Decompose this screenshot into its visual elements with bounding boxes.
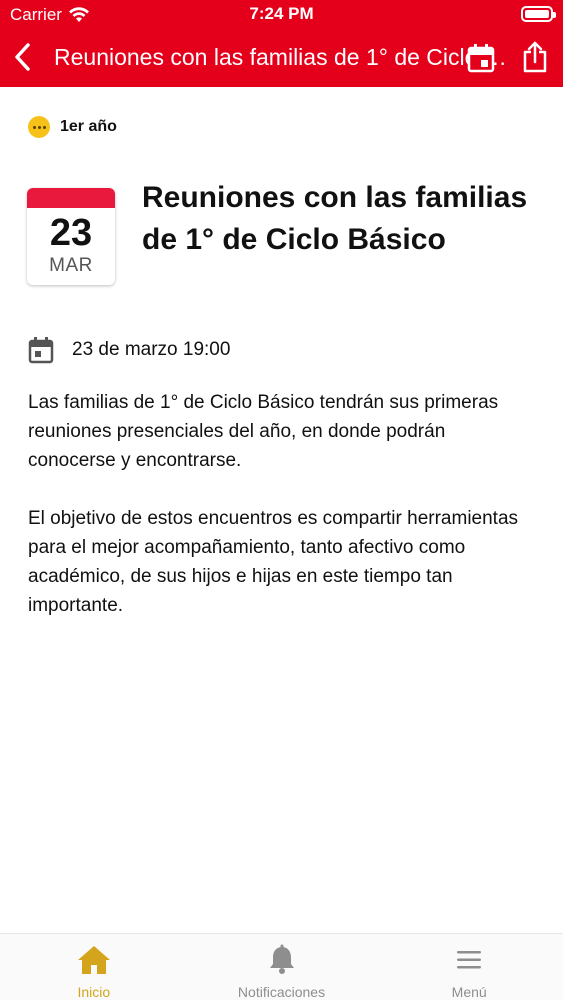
share-icon bbox=[523, 41, 547, 73]
tab-label: Notificaciones bbox=[237, 984, 326, 1000]
tab-menu[interactable]: Menú bbox=[375, 934, 563, 1000]
tab-notificaciones[interactable]: Notificaciones bbox=[188, 934, 376, 1000]
status-bar: Carrier 7:24 PM bbox=[0, 0, 563, 30]
home-icon bbox=[77, 946, 110, 974]
calendar-icon bbox=[28, 337, 54, 364]
date-badge: 23 MAR bbox=[27, 188, 115, 285]
battery-icon bbox=[521, 6, 556, 22]
back-button[interactable] bbox=[8, 39, 36, 75]
date-badge-header bbox=[27, 188, 115, 208]
date-badge-day: 23 bbox=[49, 212, 93, 254]
event-title: Reuniones con las familias de 1° de Cicl… bbox=[142, 181, 528, 256]
tab-inicio[interactable]: Inicio bbox=[0, 934, 188, 1000]
description-paragraph: Las familias de 1° de Ciclo Básico tendr… bbox=[28, 392, 499, 471]
more-dots-icon bbox=[28, 116, 50, 138]
tab-label: Inicio bbox=[77, 984, 111, 1000]
calendar-add-icon bbox=[467, 44, 495, 73]
nav-title: Reuniones con las familias de 1° de Cicl… bbox=[54, 44, 516, 70]
event-datetime: 23 de marzo 19:00 bbox=[72, 339, 231, 360]
status-time: 7:24 PM bbox=[249, 4, 314, 23]
add-to-calendar-button[interactable] bbox=[466, 42, 496, 74]
event-description: Las familias de 1° de Ciclo Básico tendr… bbox=[28, 388, 538, 649]
bell-icon bbox=[269, 944, 294, 974]
description-paragraph: El objetivo de estos encuentros es compa… bbox=[28, 508, 519, 616]
event-datetime-row: 23 de marzo 19:00 bbox=[28, 336, 230, 364]
chevron-left-icon bbox=[15, 43, 30, 71]
category-tag: 1er año bbox=[28, 116, 117, 138]
menu-icon bbox=[457, 951, 482, 969]
top-bar: Carrier 7:24 PM Reuniones con las famili… bbox=[0, 0, 563, 87]
category-label: 1er año bbox=[60, 118, 117, 135]
share-button[interactable] bbox=[520, 40, 550, 74]
date-badge-month: MAR bbox=[49, 255, 93, 276]
navigation-bar: Reuniones con las familias de 1° de Cicl… bbox=[0, 30, 563, 87]
tab-label: Menú bbox=[451, 984, 487, 1000]
tab-bar: Inicio Notificaciones Menú bbox=[0, 933, 563, 1000]
